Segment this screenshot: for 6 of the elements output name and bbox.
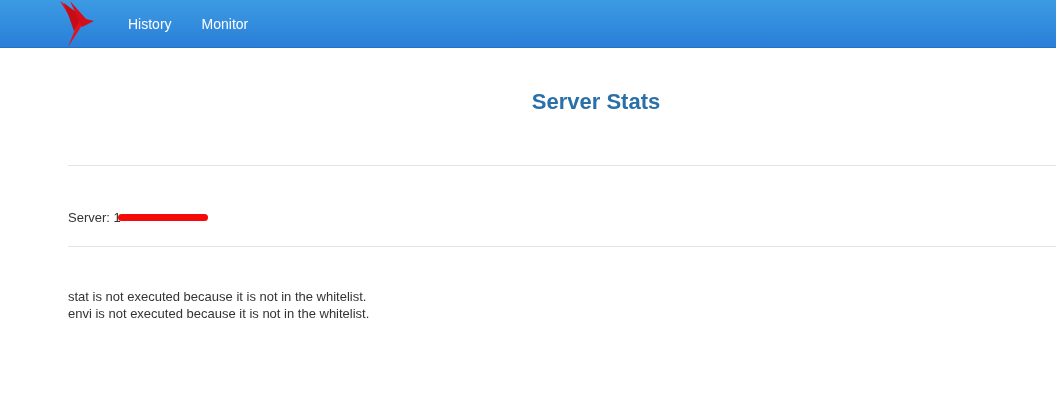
nav-link[interactable]: History <box>128 15 172 32</box>
message-text: stat is not executed because it is not in the whitelist. <box>68 288 368 305</box>
nav-link[interactable]: Monitor <box>201 15 249 32</box>
server-label: Server: 1 <box>68 209 121 225</box>
page-title: Server Stats <box>530 89 662 115</box>
message-text: envi is not executed because it is not in the whitelist. <box>68 305 371 322</box>
